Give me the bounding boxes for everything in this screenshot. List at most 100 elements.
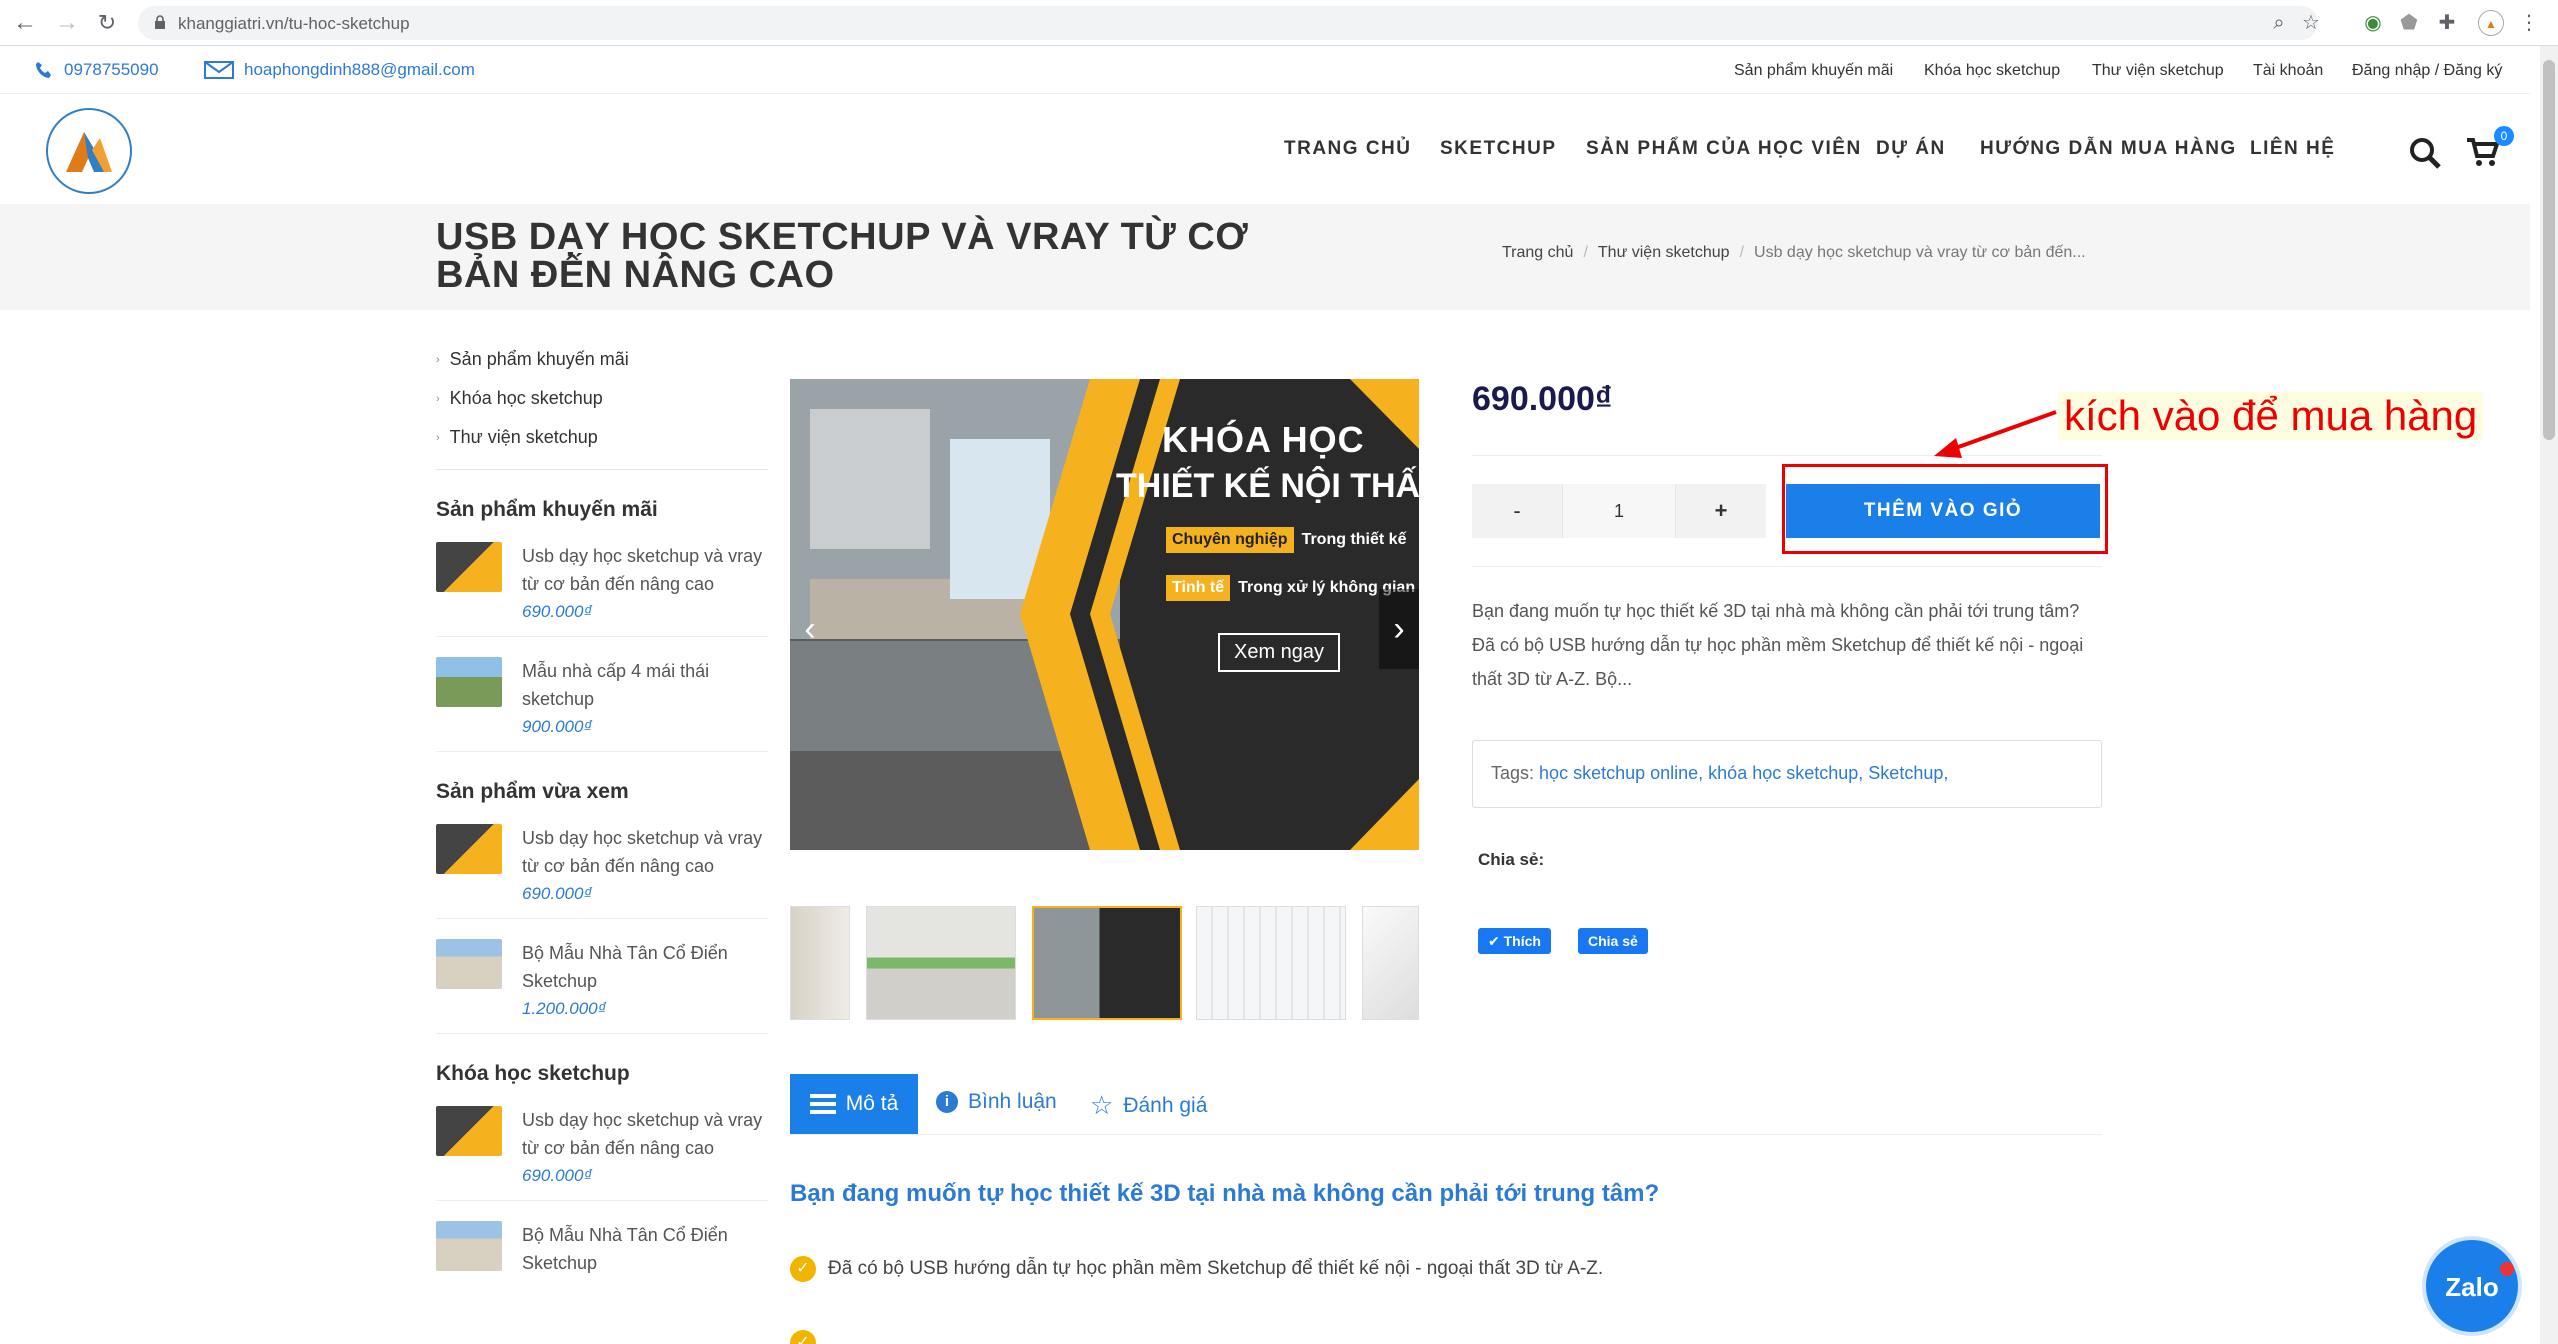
sidebar-category-course[interactable]: › Khóa học sketchup [436, 379, 768, 418]
sidebar-section-title: Sản phẩm vừa xem [436, 780, 629, 803]
sidebar-divider [436, 469, 768, 470]
facebook-share-button[interactable]: Chia sẻ [1578, 928, 1648, 954]
content-heading: Bạn đang muốn tự học thiết kế 3D tại nhà… [790, 1180, 1660, 1207]
bookmark-star-icon[interactable]: ☆ [2298, 10, 2324, 36]
gallery-thumbnail[interactable] [866, 906, 1016, 1020]
product-thumbnail[interactable] [436, 1221, 502, 1271]
tab-comments[interactable]: i Bình luận [936, 1090, 1057, 1114]
breadcrumb-home[interactable]: Trang chủ [1502, 244, 1573, 261]
tag-link[interactable]: học sketchup online, [1539, 763, 1703, 783]
zalo-notification-dot [2500, 1262, 2514, 1276]
sidebar-category-label: Sản phẩm khuyến mãi [449, 349, 629, 369]
check-circle-icon: ✓ [790, 1256, 816, 1282]
sidebar-product[interactable]: Bộ Mẫu Nhà Tân Cổ Điển Sketchup [436, 1215, 768, 1291]
sidebar-product[interactable]: Usb dạy học sketchup và vray từ cơ bản đ… [436, 1100, 768, 1201]
banner-tag1: Chuyên nghiệp Trong thiết kế [1166, 527, 1406, 553]
lock-icon [155, 15, 165, 29]
product-name[interactable]: Usb dạy học sketchup và vray từ cơ bản đ… [522, 1106, 768, 1162]
extensions-puzzle-icon[interactable]: ✚ [2434, 10, 2460, 36]
qty-input[interactable]: 1 [1562, 484, 1676, 538]
search-icon[interactable] [2408, 136, 2442, 170]
forward-arrow-icon[interactable]: → [54, 10, 80, 36]
scrollbar-thumb[interactable] [2543, 60, 2555, 440]
zalo-chat-button[interactable]: Zalo [2422, 1236, 2522, 1336]
product-gallery-main[interactable]: KHÓA HỌC THIẾT KẾ NỘI THẤT Chuyên nghiệp… [790, 379, 1419, 850]
facebook-like-button[interactable]: ✔ Thích [1478, 928, 1551, 954]
sidebar-category-promo[interactable]: › Sản phẩm khuyến mãi [436, 340, 768, 379]
toplink-course[interactable]: Khóa học sketchup [1924, 62, 2060, 80]
page-title-bar: USB DẠY HỌC SKETCHUP VÀ VRAY TỪ CƠ BẢN Đ… [0, 204, 2530, 310]
reload-icon[interactable]: ↻ [94, 10, 120, 36]
toplink-library[interactable]: Thư viện sketchup [2092, 62, 2224, 80]
tab-label: Đánh giá [1123, 1093, 1208, 1117]
gallery-thumbnail[interactable] [790, 906, 850, 1020]
extension-shield-icon[interactable]: ⬟ [2396, 10, 2422, 36]
gallery-next-arrow-icon[interactable]: › [1379, 589, 1419, 669]
site-logo[interactable] [46, 108, 132, 194]
browser-toolbar: ← → ↻ khanggiatri.vn/tu-hoc-sketchup ⌕ ☆… [0, 0, 2558, 46]
tabs-divider [790, 1134, 2102, 1135]
qty-minus-button[interactable]: - [1472, 484, 1562, 538]
banner-tag1-text: Trong thiết kế [1301, 531, 1407, 548]
banner-tag2-label: Tinh tế [1166, 575, 1231, 601]
annotation-arrow-icon [1934, 410, 2057, 458]
page-title: USB DẠY HỌC SKETCHUP VÀ VRAY TỪ CƠ BẢN Đ… [436, 216, 1249, 296]
sidebar-product[interactable]: Usb dạy học sketchup và vray từ cơ bản đ… [436, 536, 768, 637]
banner-cta-button[interactable]: Xem ngay [1218, 633, 1341, 672]
product-thumbnail[interactable] [436, 542, 502, 592]
browser-menu-icon[interactable]: ⋮ [2516, 10, 2542, 36]
sidebar-product[interactable]: Usb dạy học sketchup và vray từ cơ bản đ… [436, 818, 768, 919]
email-contact[interactable]: hoaphongdinh888@gmail.com [204, 60, 475, 80]
url-text: khanggiatri.vn/tu-hoc-sketchup [178, 14, 410, 33]
nav-projects[interactable]: DỰ ÁN [1876, 138, 1946, 160]
product-thumbnail[interactable] [436, 1106, 502, 1156]
phone-contact[interactable]: 0978755090 [34, 60, 159, 80]
short-description: Bạn đang muốn tự học thiết kế 3D tại nhà… [1472, 601, 2084, 689]
extension-globe-icon[interactable]: ◉ [2360, 10, 2386, 36]
qty-plus-button[interactable]: + [1676, 484, 1766, 538]
nav-buying-guide[interactable]: HƯỚNG DẪN MUA HÀNG [1980, 138, 2237, 160]
sidebar-product[interactable]: Bộ Mẫu Nhà Tân Cổ Điển Sketchup 1.200.000… [436, 933, 768, 1034]
chevron-right-icon: › [436, 353, 440, 366]
cart-icon[interactable] [2466, 138, 2500, 168]
annotation-highlight-box [1782, 464, 2108, 554]
product-thumbnail[interactable] [436, 657, 502, 707]
sidebar-category-library[interactable]: › Thư viện sketchup [436, 418, 768, 457]
address-bar[interactable]: khanggiatri.vn/tu-hoc-sketchup ⌕ ☆ [138, 6, 2320, 40]
gallery-prev-arrow-icon[interactable]: ‹ [790, 599, 830, 659]
back-arrow-icon[interactable]: ← [12, 10, 38, 36]
tag-link[interactable]: Sketchup, [1868, 763, 1948, 783]
product-thumbnail[interactable] [436, 824, 502, 874]
tab-reviews[interactable]: ☆ Đánh giá [1090, 1090, 1207, 1121]
cart-count-badge: 0 [2494, 126, 2514, 146]
profile-avatar-icon[interactable]: ▲ [2478, 10, 2504, 36]
check-circle-icon: ✓ [790, 1330, 816, 1344]
product-name[interactable]: Bộ Mẫu Nhà Tân Cổ Điển Sketchup [522, 939, 768, 995]
product-name[interactable]: Bộ Mẫu Nhà Tân Cổ Điển Sketchup [522, 1221, 768, 1277]
gallery-thumbnail-active[interactable] [1032, 906, 1182, 1020]
gallery-thumbnail[interactable] [1196, 906, 1346, 1020]
nav-contact[interactable]: LIÊN HỆ [2250, 138, 2335, 160]
product-thumbnail[interactable] [436, 939, 502, 989]
product-price-main: 690.000₫ [1472, 380, 1613, 418]
sidebar-product[interactable]: Mẫu nhà cấp 4 mái thái sketchup 900.000₫ [436, 651, 768, 752]
tag-link[interactable]: khóa học sketchup, [1708, 763, 1863, 783]
gallery-thumbnail[interactable] [1362, 906, 1419, 1020]
nav-sketchup[interactable]: SKETCHUP [1440, 138, 1557, 160]
toplink-account[interactable]: Tài khoản [2253, 62, 2323, 80]
toplink-login[interactable]: Đăng nhập / Đăng ký [2352, 62, 2502, 80]
product-name[interactable]: Mẫu nhà cấp 4 mái thái sketchup [522, 657, 768, 713]
breadcrumb: Trang chủ / Thư viện sketchup / Usb dạy học … [1502, 244, 2086, 261]
sidebar-section-title: Khóa học sketchup [436, 1062, 630, 1085]
nav-home[interactable]: TRANG CHỦ [1284, 138, 1412, 160]
product-name[interactable]: Usb dạy học sketchup và vray từ cơ bản đ… [522, 824, 768, 880]
sidebar: › Sản phẩm khuyến mãi › Khóa học sketchup … [436, 340, 768, 1305]
product-name[interactable]: Usb dạy học sketchup và vray từ cơ bản đ… [522, 542, 768, 598]
phone-number: 0978755090 [64, 60, 159, 79]
nav-student-products[interactable]: SẢN PHẨM CỦA HỌC VIÊN [1586, 138, 1862, 160]
zoom-icon[interactable]: ⌕ [2266, 10, 2292, 36]
toplink-promo[interactable]: Sản phẩm khuyến mãi [1734, 62, 1893, 80]
breadcrumb-library[interactable]: Thư viện sketchup [1598, 244, 1730, 261]
tab-description[interactable]: Mô tả [790, 1074, 918, 1134]
annotation-text: kích vào để mua hàng [2058, 392, 2484, 440]
